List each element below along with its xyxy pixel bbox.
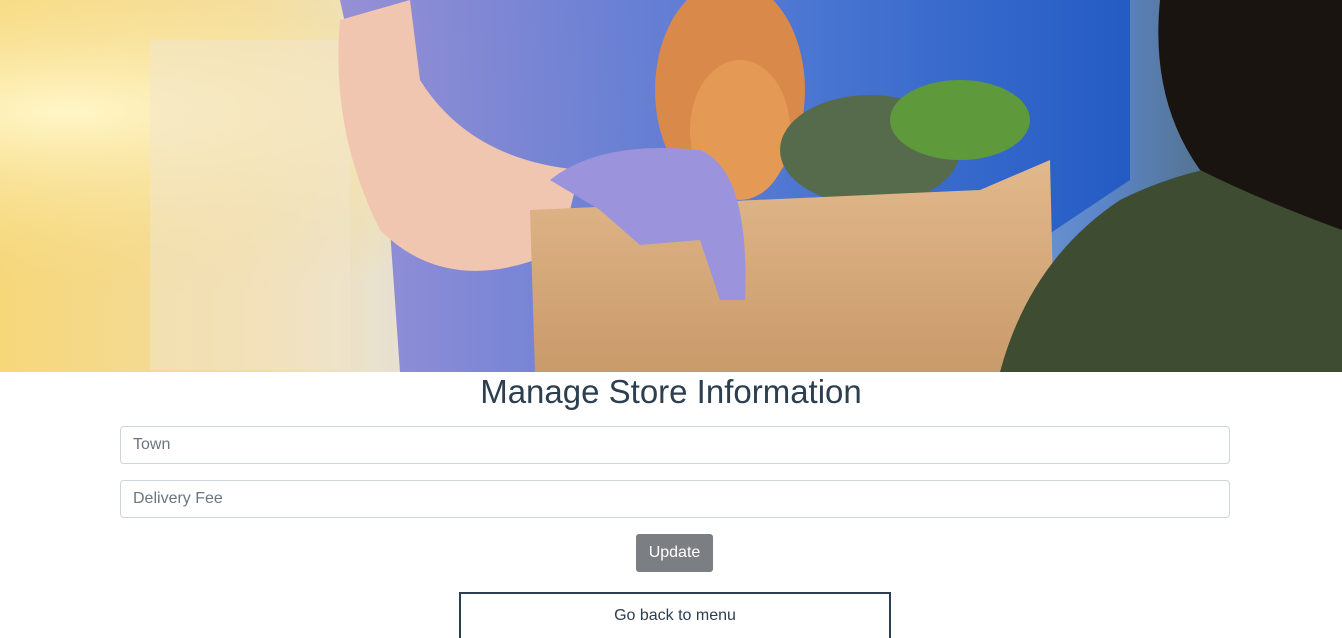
grocery-delivery-photo [0,0,1342,372]
town-input[interactable] [120,426,1230,464]
delivery-fee-input[interactable] [120,480,1230,518]
page-title: Manage Store Information [480,373,862,410]
manage-store-panel: Manage Store Information Update Go back … [0,372,1342,638]
hero-banner-image [0,0,1342,372]
go-back-to-menu-button[interactable]: Go back to menu [459,592,891,638]
update-button[interactable]: Update [636,534,713,572]
